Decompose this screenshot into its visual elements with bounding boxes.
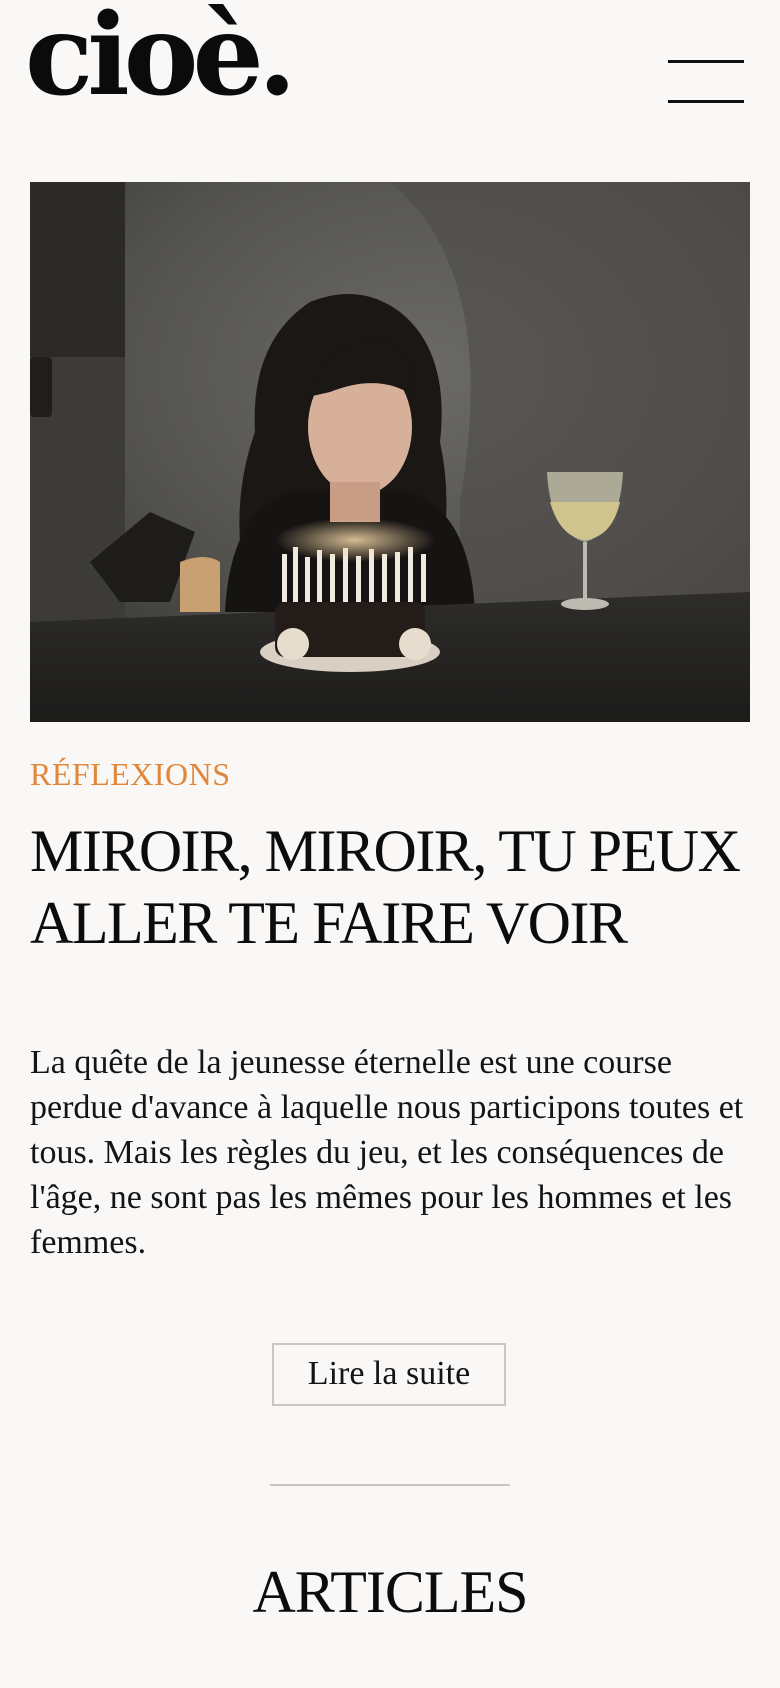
hero-photo[interactable] [30,182,750,722]
hamburger-menu-icon[interactable] [668,52,746,104]
site-logo[interactable]: cioè. [25,0,297,112]
article-category[interactable]: RÉFLEXIONS [30,758,231,790]
site-header: cioè. [0,0,780,160]
read-more-button[interactable]: Lire la suite [272,1343,506,1406]
articles-section-title: ARTICLES [252,1559,528,1625]
article-title[interactable]: MIROIR, MIROIR, TU PEUX ALLER TE FAIRE V… [30,815,750,959]
section-divider [270,1484,510,1486]
menu-bar-top [668,60,744,63]
hero-photo-illustration [30,182,750,722]
article-excerpt: La quête de la jeunesse éternelle est un… [30,1044,744,1261]
menu-bar-bottom [668,100,744,103]
